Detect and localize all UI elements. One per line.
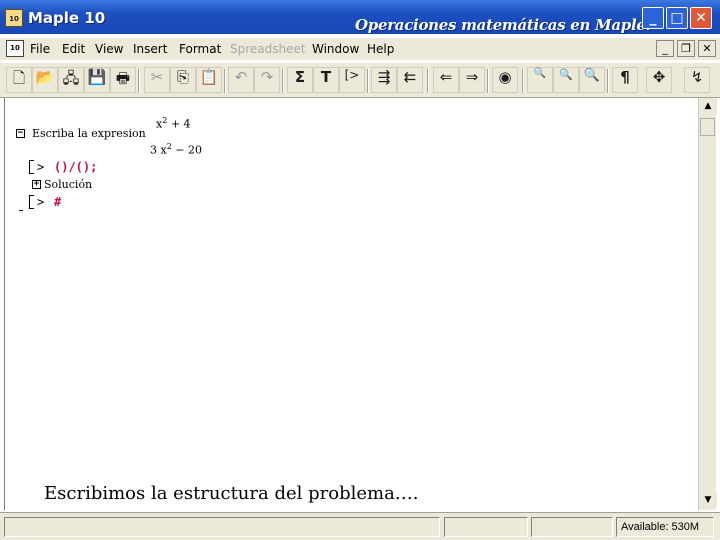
input-command-2[interactable]: # [54, 195, 61, 209]
status-bar: Available: 530M [0, 512, 720, 540]
sum-icon[interactable]: Σ [287, 67, 313, 93]
print-icon[interactable]: 🖶 [110, 67, 136, 93]
title-bar: 10 Maple 10 Operaciones matemáticas en M… [0, 0, 720, 34]
minimize-button[interactable]: _ [642, 7, 664, 29]
open-folder-icon[interactable]: 📂 [32, 67, 58, 93]
menu-bar: 10 File Edit View Insert Format Spreadsh… [0, 38, 720, 60]
vertical-scrollbar[interactable]: ▲ ▼ [698, 98, 717, 510]
scroll-up-icon[interactable]: ▲ [699, 98, 717, 114]
new-document-icon[interactable]: 🗋 [6, 67, 32, 93]
document-icon[interactable]: 10 [6, 40, 24, 57]
status-bytes-box [531, 517, 613, 537]
menu-edit[interactable]: Edit [62, 42, 85, 56]
zoom-200-icon[interactable]: 🔍 [579, 67, 605, 93]
toolbar-separator [138, 69, 140, 93]
execution-group-bracket[interactable] [29, 195, 34, 209]
slide-caption: Operaciones matemáticas en Maple. [355, 16, 651, 34]
annotation-text: Escribimos la estructura del problema…. [44, 483, 419, 504]
maple-app-icon[interactable]: 10 [5, 9, 23, 27]
available-memory: Available: 530M [621, 521, 700, 533]
section-end-marker [19, 210, 23, 211]
worksheet-area[interactable] [4, 98, 698, 510]
doc-minimize-button[interactable]: _ [656, 40, 674, 57]
denominator-rest: − 20 [175, 143, 203, 157]
denominator-exponent: 2 [166, 142, 172, 151]
toolbar-separator [607, 69, 609, 93]
toolbar-separator [522, 69, 524, 93]
undo-icon[interactable]: ↶ [228, 67, 254, 93]
toolbar-separator [367, 69, 369, 93]
input-prompt: > [37, 160, 45, 174]
text-mode-icon[interactable]: T [313, 67, 339, 93]
toolbar: 🗋 📂 🖧 💾 🖶 ✂ ⎘ 📋 ↶ ↷ Σ T [> ⇶ ⇇ ⇐ ⇒ ◉ 🔍 🔍… [0, 62, 720, 98]
expression-denominator: 3 x2 − 20 [150, 142, 202, 157]
status-time-box [444, 517, 528, 537]
zoom-100-icon[interactable]: 🔍 [527, 67, 553, 93]
toolbar-separator [427, 69, 429, 93]
menu-spreadsheet[interactable]: Spreadsheet [230, 42, 306, 56]
maximize-button[interactable]: □ [666, 7, 688, 29]
doc-close-button[interactable]: ✕ [698, 40, 716, 57]
toolbar-separator [282, 69, 284, 93]
denominator-coefficient: 3 x [150, 143, 167, 157]
open-url-icon[interactable]: 🖧 [58, 67, 84, 93]
expand-arrows-icon[interactable]: ✥ [646, 67, 672, 93]
close-button[interactable]: ✕ [690, 7, 712, 29]
menu-window[interactable]: Window [312, 42, 359, 56]
solution-label: Solución [44, 178, 93, 191]
forward-arrow-icon[interactable]: ⇒ [459, 67, 485, 93]
menu-view[interactable]: View [95, 42, 123, 56]
input-prompt-icon[interactable]: [> [339, 67, 365, 93]
expression-numerator: x2 + 4 [156, 116, 191, 131]
menu-help[interactable]: Help [367, 42, 394, 56]
numerator-rest: + 4 [170, 117, 191, 131]
menu-file[interactable]: File [30, 42, 50, 56]
solution-expand-toggle[interactable]: + [32, 180, 41, 189]
save-icon[interactable]: 💾 [84, 67, 110, 93]
indent-icon[interactable]: ⇶ [371, 67, 397, 93]
toolbar-separator [487, 69, 489, 93]
zoom-150-icon[interactable]: 🔍 [553, 67, 579, 93]
toolbar-separator [224, 69, 226, 93]
input-prompt: > [37, 195, 45, 209]
section-collapse-toggle[interactable]: − [16, 129, 25, 138]
menu-insert[interactable]: Insert [133, 42, 167, 56]
section-title: Escriba la expresion [32, 127, 146, 140]
restart-icon[interactable]: ↯ [684, 67, 710, 93]
cut-icon[interactable]: ✂ [144, 67, 170, 93]
paste-icon[interactable]: 📋 [196, 67, 222, 93]
stop-icon[interactable]: ◉ [492, 67, 518, 93]
doc-restore-button[interactable]: ❐ [677, 40, 695, 57]
menu-format[interactable]: Format [179, 42, 221, 56]
scroll-thumb[interactable] [700, 118, 715, 136]
outdent-icon[interactable]: ⇇ [397, 67, 423, 93]
back-arrow-icon[interactable]: ⇐ [433, 67, 459, 93]
input-command[interactable]: ()/(); [54, 160, 97, 174]
app-title: Maple 10 [28, 9, 106, 27]
redo-icon[interactable]: ↷ [254, 67, 280, 93]
execution-group-bracket[interactable] [29, 160, 34, 174]
numerator-exponent: 2 [162, 116, 168, 125]
scroll-down-icon[interactable]: ▼ [699, 492, 717, 508]
status-available-box: Available: 530M [616, 517, 714, 537]
copy-icon[interactable]: ⎘ [170, 67, 196, 93]
status-message-box [4, 517, 440, 537]
pilcrow-icon[interactable]: ¶ [612, 67, 638, 93]
